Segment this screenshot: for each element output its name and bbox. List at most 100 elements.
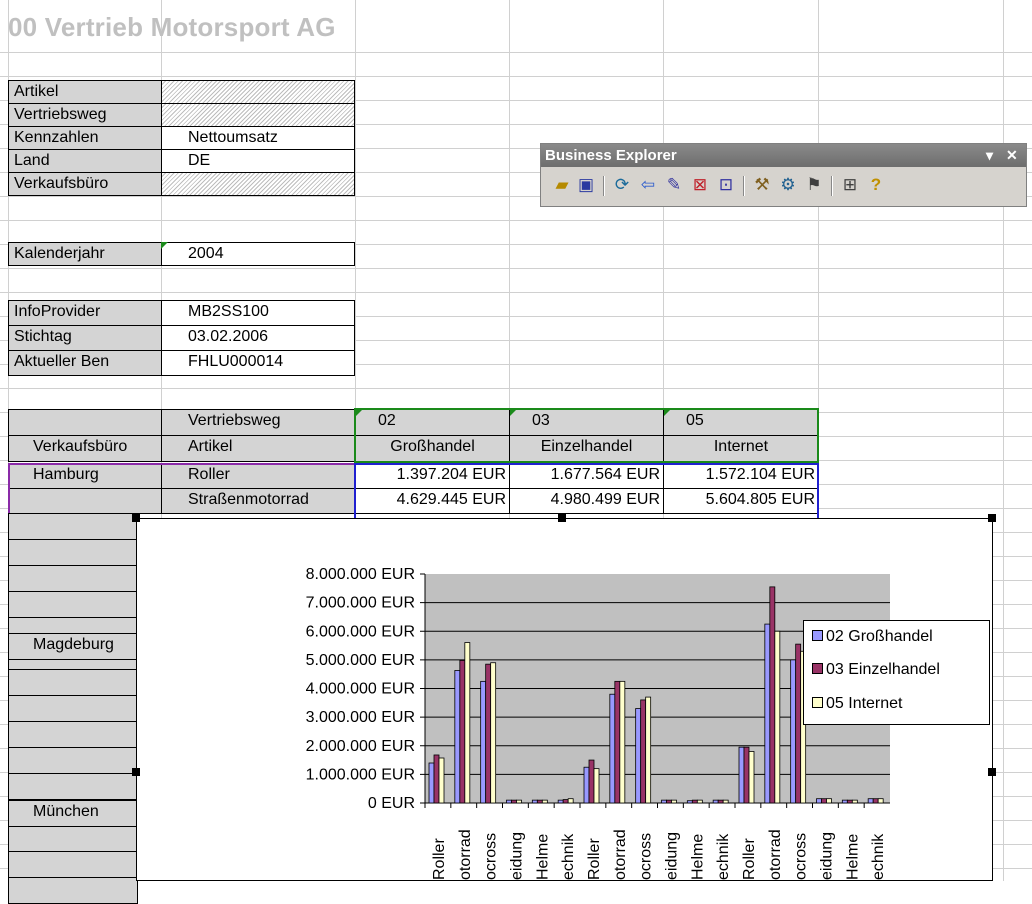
row-office-empty [8,747,138,774]
dim1-label[interactable]: Vertriebsweg [161,409,355,436]
filter-value[interactable] [161,80,355,104]
value-cell[interactable]: 1.572.104 EUR [663,463,819,489]
resize-handle[interactable] [988,768,996,776]
filter-label[interactable]: Kennzahlen [8,126,162,150]
y-tick-label: 2.000.000 EUR [306,738,415,755]
resize-handle[interactable] [558,514,566,522]
bar [671,799,677,804]
filter-value[interactable] [161,103,355,127]
tools-icon[interactable]: ⚒ [751,174,773,196]
goto-icon[interactable]: ⊠ [689,174,711,196]
grid-row-line [0,268,1032,269]
bar [867,798,874,804]
y-tick-label: 6.000.000 EUR [306,623,415,640]
column-code[interactable]: 05 [663,409,819,436]
global-settings-icon[interactable]: ⚙ [777,174,799,196]
chart-legend[interactable]: 02 Großhandel 03 Einzelhandel 05 Interne… [803,620,990,725]
column-name[interactable]: Internet [663,435,819,462]
row-office-empty [8,721,138,748]
back-icon[interactable]: ⇦ [637,174,659,196]
x-tick-label: echnik [715,833,732,880]
bar [826,798,832,804]
format-icon[interactable]: ⚑ [803,174,825,196]
layout-icon[interactable]: ⊞ [839,174,861,196]
bar [459,660,466,804]
bar [541,799,548,804]
save-icon[interactable]: ▣ [575,174,597,196]
change-query-icon[interactable]: ✎ [663,174,685,196]
toolbar-separator [831,176,833,196]
row-office-empty [8,773,138,800]
info-value: 03.02.2006 [161,325,355,351]
resize-handle[interactable] [988,514,996,522]
refresh-icon[interactable]: ⟳ [611,174,633,196]
value-cell[interactable]: 5.604.805 EUR [663,488,819,514]
value-cell[interactable]: 4.980.499 EUR [509,488,664,514]
row-article[interactable]: Straßenmotorrad [161,488,355,514]
dim2-label[interactable]: Artikel [161,435,355,462]
bar [536,799,543,804]
resize-handle[interactable] [132,514,140,522]
x-tick-label: Helme [689,834,706,880]
row-office[interactable]: München [8,800,138,827]
row-office[interactable]: Magdeburg [8,633,138,660]
value-cell[interactable]: 1.677.564 EUR [509,463,664,489]
y-tick-label: 0 EUR [368,795,415,812]
filter-value[interactable] [161,172,355,196]
bar [438,757,445,804]
column-code[interactable]: 03 [509,409,664,436]
calendar-label[interactable]: Kalenderjahr [8,242,162,266]
y-tick-label: 5.000.000 EUR [306,652,415,669]
legend-label: 02 Großhandel [826,628,933,645]
bar [872,798,879,804]
close-icon[interactable]: ✕ [1006,144,1018,167]
filter-label[interactable]: Land [8,149,162,173]
filter-label[interactable]: Verkaufsbüro [8,172,162,196]
bar [485,663,492,804]
row-article[interactable]: Roller [161,463,355,489]
x-tick-label: echnik [560,833,577,880]
x-tick-label: otorrad [612,829,629,880]
column-name[interactable]: Großhandel [355,435,510,462]
bar [712,799,719,804]
toolbar-titlebar[interactable]: Business Explorer ▾ ✕ [541,144,1026,167]
dropdown-icon[interactable]: ▾ [986,144,993,167]
legend-swatch [812,630,823,641]
column-code[interactable]: 02 [355,409,510,436]
legend-swatch [812,697,823,708]
row-office-empty [8,513,138,540]
grid-row-line [0,220,1032,221]
x-tick-label: Roller [431,838,448,880]
x-tick-label: otorrad [767,829,784,880]
bar [464,642,471,804]
filter-value[interactable]: DE [161,149,355,173]
bar [609,693,616,804]
row-header-office[interactable]: Verkaufsbüro [8,435,162,462]
bar [722,799,729,804]
column-name[interactable]: Einzelhandel [509,435,664,462]
bar [774,630,781,804]
row-office-empty [8,877,138,904]
resize-handle[interactable] [132,768,140,776]
bar [635,708,642,804]
row-office[interactable] [8,488,162,514]
value-cell[interactable]: 4.629.445 EUR [355,488,510,514]
bar [614,680,621,804]
export-icon[interactable]: ⊡ [715,174,737,196]
row-office-empty [8,565,138,592]
x-tick-label: echnik [870,833,887,880]
filter-label[interactable]: Artikel [8,80,162,104]
x-tick-label: otorrad [457,829,474,880]
help-icon[interactable]: ? [865,174,887,196]
calendar-value[interactable]: 2004 [161,242,355,266]
bar [480,680,487,804]
bar [816,798,822,804]
filter-label[interactable]: Vertriebsweg [8,103,162,127]
open-icon[interactable]: ▰ [551,174,573,196]
x-tick-label: eidung [508,832,525,880]
grid-row-line [0,388,1032,389]
row-office-empty [8,851,138,878]
value-cell[interactable]: 1.397.204 EUR [355,463,510,489]
row-office[interactable]: Hamburg [8,463,162,489]
filter-value[interactable]: Nettoumsatz [161,126,355,150]
